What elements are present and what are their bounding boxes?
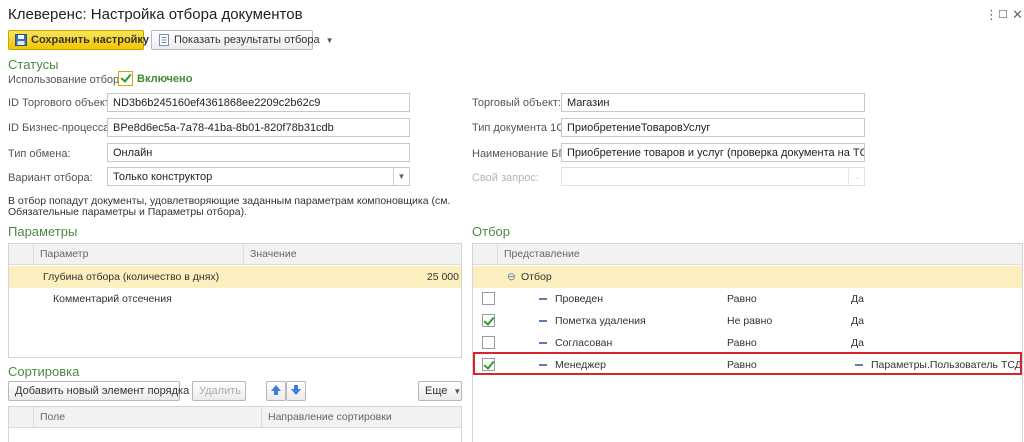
more-button[interactable]: Еще ▼ (418, 381, 462, 401)
delete-button[interactable]: Удалить (192, 381, 246, 401)
chevron-down-icon[interactable]: ▼ (393, 168, 409, 185)
more-label: Еще (425, 385, 448, 397)
exchange-type-field[interactable]: Онлайн (107, 143, 410, 162)
table-row[interactable]: Проведен Равно Да (473, 288, 1022, 310)
filter-field: Проведен (539, 288, 603, 310)
sorting-table-header: Поле Направление сортировки (9, 407, 461, 428)
filter-value: Да (851, 293, 864, 305)
collapse-icon[interactable]: ⊖ (507, 266, 516, 288)
table-row[interactable]: Комментарий отсечения (9, 288, 461, 310)
trade-object-field[interactable]: Магазин (561, 93, 865, 112)
show-results-label: Показать результаты отбора (174, 34, 320, 46)
filter-field: Согласован (539, 332, 612, 354)
trade-object-id-label: ID Торгового объекта: (8, 97, 119, 109)
filter-group-row[interactable]: ⊖ Отбор (473, 266, 1022, 288)
filter-variant-select[interactable]: Только конструктор ▼ (107, 167, 410, 186)
table-row[interactable]: Глубина отбора (количество в днях) 25 00… (9, 266, 461, 288)
move-up-button[interactable] (266, 381, 286, 401)
parameter-value (243, 288, 459, 310)
use-filter-label: Использование отбора: (8, 74, 129, 86)
filter-table-header: Представление (473, 244, 1022, 265)
statuses-section-title: Статусы (8, 57, 59, 72)
filter-table[interactable]: Представление ⊖ Отбор Проведен Равно Да … (472, 243, 1023, 442)
use-filter-value: Включено (137, 73, 193, 85)
table-row[interactable]: Согласован Равно Да (473, 332, 1022, 354)
document-type-field[interactable]: ПриобретениеТоваровУслуг (561, 118, 865, 137)
add-order-element-label: Добавить новый элемент порядка (15, 385, 190, 397)
save-icon (15, 34, 27, 46)
exchange-type-label: Тип обмена: (8, 148, 71, 160)
custom-query-label: Свой запрос: (472, 172, 539, 184)
arrow-down-icon (290, 384, 302, 399)
info-text-line-2: Обязательные параметры и Параметры отбор… (8, 206, 248, 218)
column-header-field[interactable]: Поле (33, 407, 261, 428)
filter-comparison: Равно (727, 337, 757, 349)
filter-value: Да (851, 337, 864, 349)
filter-value: Да (851, 315, 864, 327)
dash-icon (539, 298, 547, 301)
parameter-value: 25 000 (426, 271, 459, 283)
window-title: Клеверенс: Настройка отбора документов (8, 6, 303, 23)
use-filter-checkbox[interactable] (118, 71, 133, 86)
close-icon[interactable]: ✕ (1012, 7, 1023, 23)
column-header-parameter[interactable]: Параметр (33, 244, 243, 265)
report-icon (158, 34, 170, 46)
custom-query-field: … (561, 167, 865, 186)
filter-variant-label: Вариант отбора: (8, 172, 93, 184)
dash-icon (539, 320, 547, 323)
delete-label: Удалить (199, 385, 241, 397)
save-settings-button[interactable]: Сохранить настройку (8, 30, 149, 50)
add-order-element-button[interactable]: Добавить новый элемент порядка (8, 381, 189, 401)
sorting-table[interactable]: Поле Направление сортировки (8, 406, 462, 442)
chevron-down-icon: ▼ (453, 386, 462, 396)
filter-comparison: Не равно (727, 315, 773, 327)
column-header-direction[interactable]: Направление сортировки (261, 407, 462, 428)
table-row[interactable]: Пометка удаления Не равно Да (473, 310, 1022, 332)
parameter-name: Глубина отбора (количество в днях) (43, 271, 220, 283)
bp-name-field[interactable]: Приобретение товаров и услуг (проверка д… (561, 143, 865, 162)
highlight-frame (473, 352, 1022, 375)
trade-object-label: Торговый объект: (472, 97, 562, 109)
arrow-up-icon (270, 384, 282, 399)
parameters-table[interactable]: Параметр Значение Глубина отбора (количе… (8, 243, 462, 358)
filter-section-title: Отбор (472, 224, 510, 239)
sorting-section-title: Сортировка (8, 364, 80, 379)
more-icon: … (848, 168, 864, 185)
show-results-button[interactable]: Показать результаты отбора ▼ (151, 30, 334, 50)
filter-row-checkbox[interactable] (482, 314, 495, 327)
more-icon[interactable]: ⋮ (985, 7, 998, 23)
dash-icon (539, 342, 547, 345)
column-header-representation[interactable]: Представление (497, 244, 1023, 265)
filter-row-checkbox[interactable] (482, 292, 495, 305)
filter-group-label: Отбор (521, 271, 552, 283)
maximize-icon[interactable]: ☐ (998, 8, 1008, 21)
business-process-id-field[interactable]: BPe8d6ec5a-7a78-41ba-8b01-820f78b31cdb (107, 118, 410, 137)
filter-comparison: Равно (727, 293, 757, 305)
parameters-section-title: Параметры (8, 224, 78, 239)
parameter-name: Комментарий отсечения (53, 293, 172, 305)
filter-field: Пометка удаления (539, 310, 646, 332)
trade-object-id-field[interactable]: ND3b6b245160ef4361868ee2209c2b62c9 (107, 93, 410, 112)
column-header-value[interactable]: Значение (243, 244, 462, 265)
filter-row-checkbox[interactable] (482, 336, 495, 349)
move-down-button[interactable] (286, 381, 306, 401)
document-type-label: Тип документа 1С: (472, 122, 568, 134)
business-process-id-label: ID Бизнес-процесса: (8, 122, 113, 134)
bp-name-label: Наименование БП: (472, 148, 570, 160)
save-settings-label: Сохранить настройку (31, 34, 150, 46)
filter-variant-value: Только конструктор (113, 171, 213, 183)
chevron-down-icon: ▼ (325, 35, 334, 45)
parameters-table-header: Параметр Значение (9, 244, 461, 265)
